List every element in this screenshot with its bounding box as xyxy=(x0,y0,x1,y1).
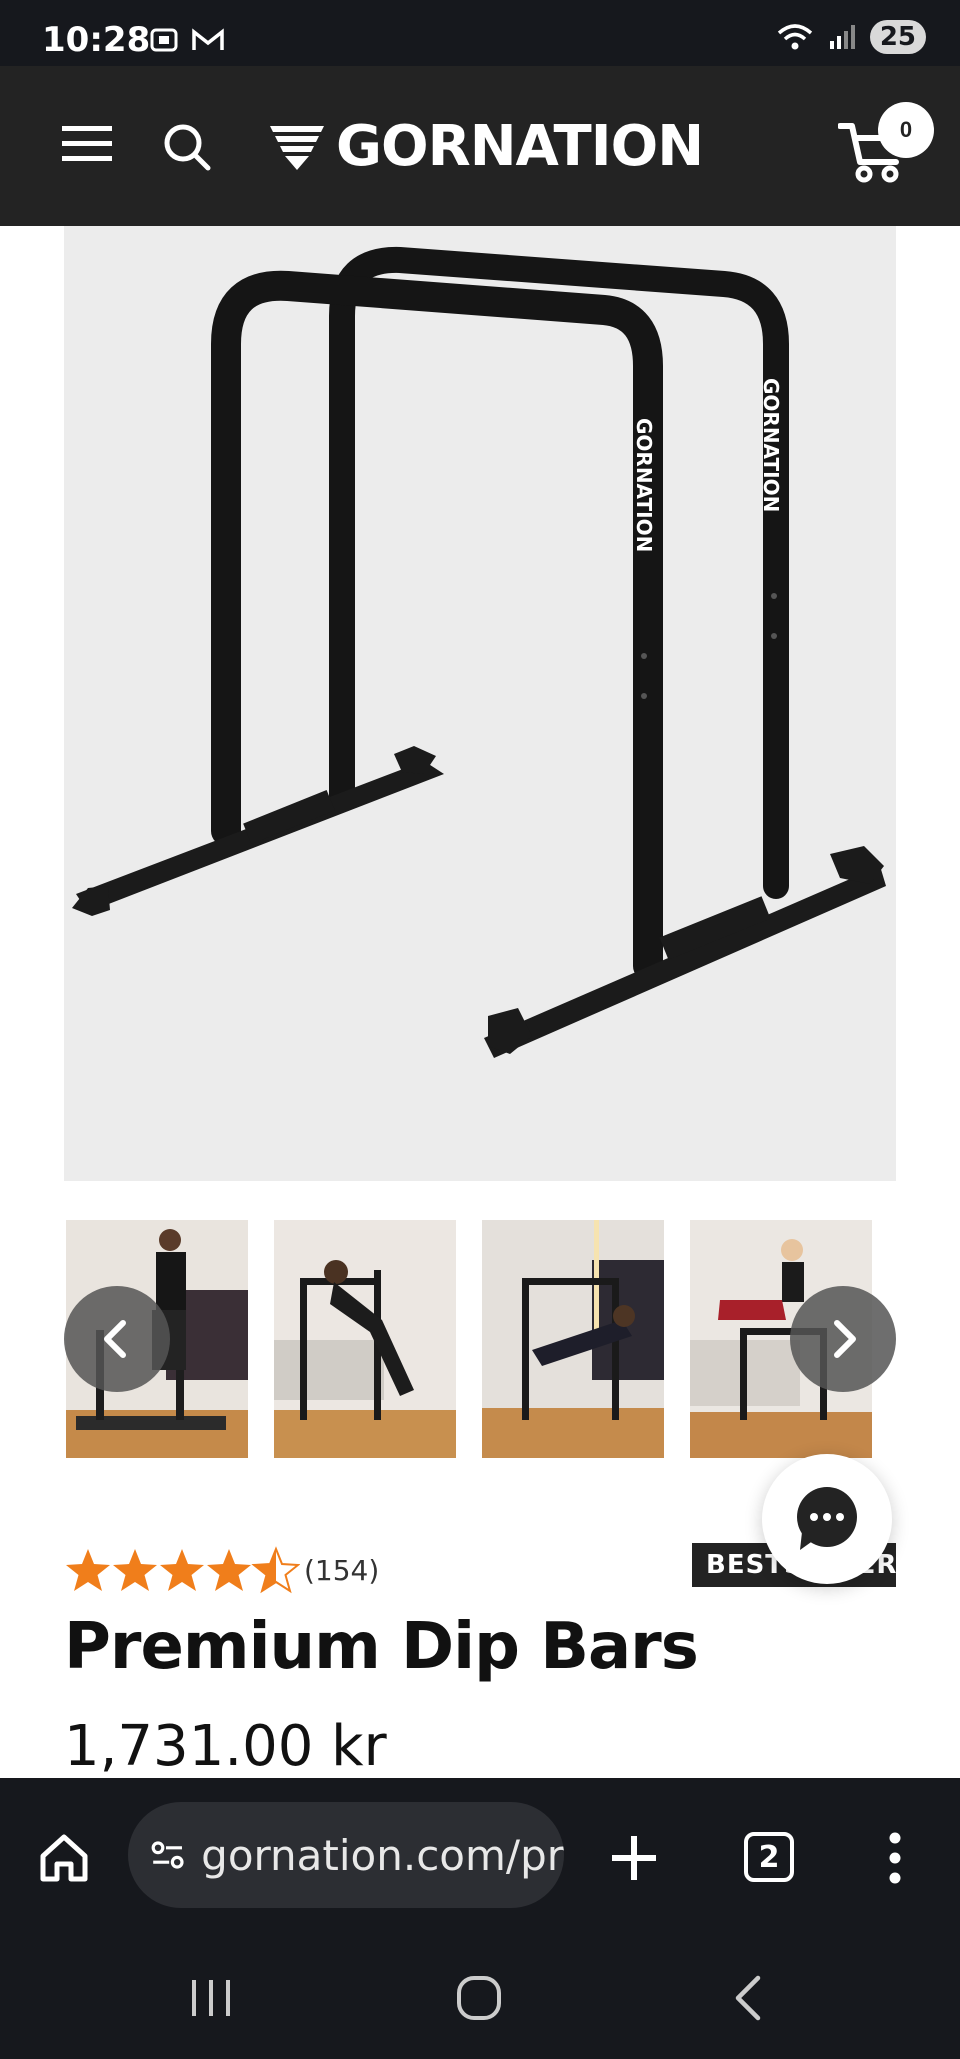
notification-icons xyxy=(148,24,226,56)
back-nav-icon[interactable] xyxy=(728,1974,768,2022)
recent-apps-icon[interactable] xyxy=(188,1976,234,2020)
site-settings-icon[interactable] xyxy=(150,1835,185,1875)
wifi-icon xyxy=(777,24,812,50)
review-count: (154) xyxy=(304,1553,380,1587)
more-icon[interactable] xyxy=(880,1830,910,1886)
gallery-next-button[interactable] xyxy=(790,1286,896,1392)
product-title: Premium Dip Bars xyxy=(64,1610,699,1684)
thumbnail-3-image xyxy=(482,1220,664,1458)
search-icon[interactable] xyxy=(162,122,212,172)
svg-text:GORNATION: GORNATION xyxy=(632,418,656,552)
chevron-left-icon xyxy=(104,1320,126,1358)
thumbnail-2-image xyxy=(274,1220,456,1458)
product-price: 1,731.00 kr xyxy=(64,1714,387,1779)
site-header: GORNATION 0 xyxy=(0,66,960,226)
battery-indicator: 25 xyxy=(869,20,926,54)
system-navigation-bar xyxy=(0,1938,960,2059)
thumbnail-2[interactable] xyxy=(274,1220,456,1458)
browser-toolbar: gornation.com/pr 2 xyxy=(0,1778,960,1938)
tab-switcher-button[interactable]: 2 xyxy=(744,1832,794,1882)
url-text: gornation.com/pr xyxy=(201,1830,564,1880)
gallery-prev-button[interactable] xyxy=(64,1286,170,1392)
status-bar: 10:28 25 xyxy=(0,0,960,66)
product-main-image[interactable]: GORNATION GORNATION xyxy=(64,226,896,1181)
chevron-right-icon xyxy=(834,1320,856,1358)
cart-count-badge[interactable]: 0 xyxy=(878,102,934,158)
home-nav-icon[interactable] xyxy=(455,1974,503,2022)
site-logo[interactable]: GORNATION xyxy=(270,114,704,179)
signal-icon xyxy=(829,25,855,49)
status-time: 10:28 xyxy=(42,20,151,60)
svg-text:GORNATION: GORNATION xyxy=(759,378,783,512)
plus-icon[interactable] xyxy=(606,1830,662,1886)
screenshot-icon xyxy=(150,28,178,52)
thumbnail-3[interactable] xyxy=(482,1220,664,1458)
home-icon[interactable] xyxy=(38,1832,90,1884)
address-bar[interactable]: gornation.com/pr xyxy=(128,1802,564,1908)
gmail-icon xyxy=(192,28,224,50)
dip-bars-image: GORNATION GORNATION xyxy=(72,246,886,1058)
star-rating-icon xyxy=(66,1548,299,1592)
product-rating[interactable]: (154) xyxy=(64,1546,379,1594)
thumbnail-strip xyxy=(66,1220,876,1460)
logo-text: GORNATION xyxy=(336,114,704,179)
chat-button[interactable] xyxy=(762,1454,892,1584)
logo-mark-icon xyxy=(270,125,324,170)
system-status: 25 xyxy=(776,20,926,54)
menu-icon[interactable] xyxy=(62,124,112,164)
chat-icon xyxy=(797,1487,857,1550)
